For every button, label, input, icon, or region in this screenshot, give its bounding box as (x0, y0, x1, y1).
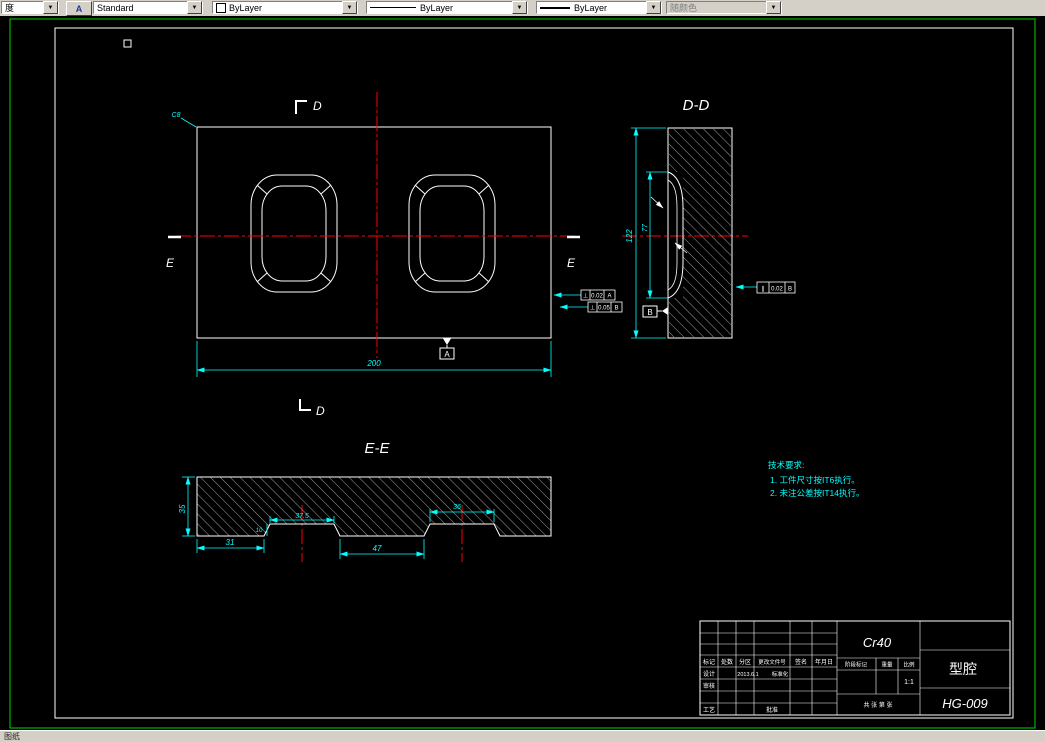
tol1-value: 0.02 (591, 294, 603, 300)
chevron-down-icon[interactable]: ▼ (187, 1, 202, 14)
tb-stage: 阶段标记 (845, 661, 868, 669)
tol3-datum: B (788, 287, 792, 293)
ee-section: E-E 35 31 10 37.5 47 36 (178, 440, 552, 559)
lineweight-dropdown[interactable]: ByLayer ▼ (536, 1, 662, 14)
datum-a-label: A (444, 350, 450, 359)
section-label-d-top: D (313, 99, 322, 113)
dd-section: D-D 122 77 B ∥ 0.02 B (625, 97, 796, 339)
tb-design-date: 2013.6.1 (737, 672, 758, 678)
chevron-down-icon[interactable]: ▼ (43, 1, 58, 14)
tb-material: Cr40 (863, 635, 892, 650)
tb-part-name: 型腔 (949, 661, 977, 677)
dim-ee-chamfer: 10 (256, 528, 263, 534)
datum-a: A (439, 338, 455, 360)
text-style-icon: A (75, 3, 83, 14)
layout-tab[interactable]: 图纸 (4, 731, 20, 742)
tech-requirements: 技术要求: 1. 工件尺寸按IT6执行。 2. 未注公差按IT14执行。 (768, 460, 864, 498)
section-label-d-bottom: D (316, 404, 325, 418)
drawing-area[interactable]: D D E E 200 C8 A ⊥ 0.02 A ⊥ 0.05 B D-D 1… (0, 16, 1045, 730)
tb-scale: 比例 (903, 661, 915, 669)
title-block: 标记 处数 分区 更改文件号 签名 年月日 设计 2013.6.1 标准化 审核… (699, 620, 1011, 716)
tb-check: 审核 (703, 682, 715, 690)
ee-label: E-E (364, 440, 390, 457)
tb-approve: 批准 (766, 706, 778, 714)
tol1-datum: A (607, 294, 611, 300)
viewport-border (9, 18, 1036, 729)
dim-plan-width: 200 (366, 359, 381, 368)
color-swatch-icon (216, 2, 226, 13)
chevron-down-icon[interactable]: ▼ (646, 1, 661, 14)
drawing-canvas[interactable]: D D E E 200 C8 A ⊥ 0.02 A ⊥ 0.05 B D-D 1… (0, 16, 1045, 730)
plan-dimensions: 200 C8 (172, 112, 552, 377)
color-value: ByLayer (229, 2, 263, 13)
plot-style-dropdown: 随颜色 ▼ (666, 1, 782, 14)
toolbar: 度 ▼ A Standard ▼ ByLayer ▼ ByLayer ▼ ByL… (0, 0, 1045, 17)
dim-ee-right-pocket: 36 (453, 504, 461, 511)
chamfer-note: C8 (172, 112, 181, 119)
tech-req-line2: 2. 未注公差按IT14执行。 (770, 488, 864, 498)
dd-label: D-D (683, 97, 710, 114)
tol3-value: 0.02 (771, 287, 783, 293)
dim-ee-left-pocket: 37.5 (295, 513, 309, 520)
linetype-sample-icon (370, 7, 416, 8)
tb-zone: 分区 (739, 658, 751, 666)
tb-count: 处数 (721, 658, 733, 666)
tech-req-line1: 1. 工件尺寸按IT6执行。 (770, 475, 860, 485)
linetype-value: ByLayer (420, 2, 454, 13)
section-label-e-right: E (567, 256, 576, 270)
tol3-symbol: ∥ (762, 286, 765, 293)
lineweight-sample-icon (540, 6, 570, 9)
tb-process: 工艺 (703, 706, 715, 714)
text-style-dropdown[interactable]: Standard ▼ (93, 1, 203, 14)
text-style-value: Standard (97, 2, 134, 13)
tb-date: 年月日 (815, 658, 833, 666)
dim-ee-height: 35 (178, 504, 187, 513)
dim-style-value: 度 (5, 3, 15, 13)
tol2-datum: B (614, 306, 618, 312)
color-dropdown[interactable]: ByLayer ▼ (212, 1, 358, 14)
section-label-e-left: E (166, 256, 175, 270)
text-style-button[interactable]: A (66, 1, 92, 16)
chevron-down-icon: ▼ (766, 1, 781, 14)
tb-design: 设计 (703, 670, 715, 678)
plan-tolerance-frames: ⊥ 0.02 A ⊥ 0.05 B (553, 289, 623, 313)
plan-view (196, 126, 552, 339)
plot-style-value: 随颜色 (670, 3, 698, 13)
lineweight-value: ByLayer (574, 2, 608, 13)
tb-mark: 标记 (703, 658, 715, 666)
tech-req-title: 技术要求: (768, 460, 804, 470)
tb-weight: 重量 (881, 661, 893, 669)
tb-drawing-no: HG-009 (942, 696, 988, 711)
status-bar: 图纸 (0, 730, 1045, 742)
tb-standard: 标准化 (772, 670, 789, 678)
chevron-down-icon[interactable]: ▼ (512, 1, 527, 14)
tol2-symbol: ⊥ (590, 305, 595, 312)
tb-scale-value: 1:1 (904, 679, 914, 686)
tb-sign: 签名 (795, 658, 807, 666)
dim-ee-between: 47 (373, 544, 382, 553)
linetype-dropdown[interactable]: ByLayer ▼ (366, 1, 528, 14)
dim-style-dropdown[interactable]: 度 ▼ (1, 1, 59, 14)
tol1-symbol: ⊥ (583, 293, 588, 300)
dim-ee-left-offset: 31 (226, 538, 235, 547)
tb-change-doc: 更改文件号 (758, 658, 786, 666)
tol2-value: 0.05 (598, 306, 610, 312)
dim-dd-height: 122 (625, 229, 634, 243)
datum-b-label: B (647, 308, 652, 317)
grip-point[interactable] (123, 39, 132, 48)
dim-dd-pocket: 77 (642, 223, 649, 232)
chevron-down-icon[interactable]: ▼ (342, 1, 357, 14)
tb-sheets: 共 张 第 张 (863, 701, 892, 709)
